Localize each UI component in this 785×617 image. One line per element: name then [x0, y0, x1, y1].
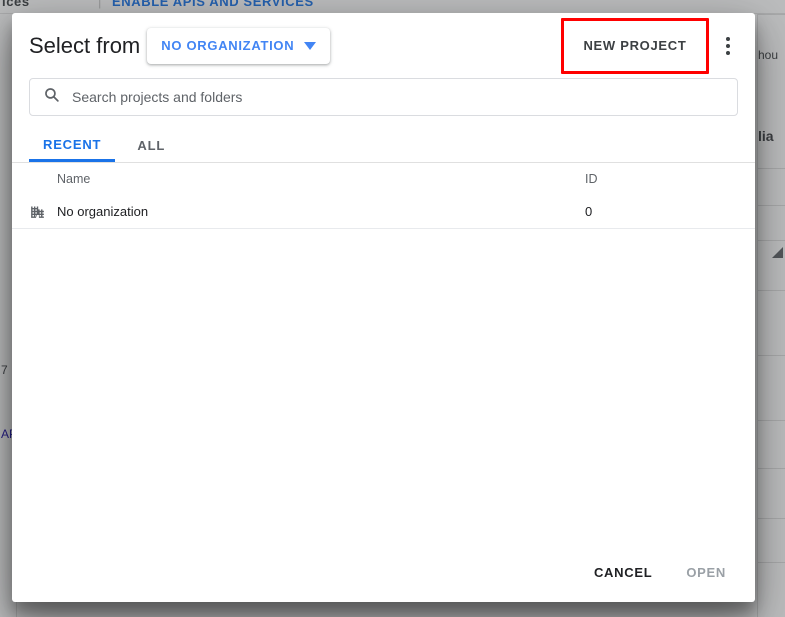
tab-recent[interactable]: RECENT	[29, 129, 116, 162]
dialog-tabs: RECENT ALL	[12, 130, 755, 163]
kebab-dot	[726, 36, 730, 41]
search-input[interactable]	[70, 88, 724, 106]
kebab-dot	[726, 50, 730, 55]
search-icon	[43, 86, 60, 108]
table-empty-area	[12, 229, 755, 542]
search-row	[12, 78, 755, 116]
table-header-row: Name ID	[12, 163, 755, 194]
open-button[interactable]: OPEN	[675, 556, 737, 589]
column-header-name: Name	[57, 171, 91, 186]
page-root: ices | ENABLE APIS AND SERVICES 7 AP hou…	[0, 0, 785, 617]
search-box[interactable]	[29, 78, 738, 116]
row-id: 0	[585, 203, 593, 219]
organization-selector-chip[interactable]: NO ORGANIZATION	[147, 27, 331, 64]
dialog-title: Select from	[29, 32, 141, 58]
chevron-down-icon	[304, 41, 317, 50]
cancel-button[interactable]: CANCEL	[583, 556, 663, 589]
projects-table: Name ID No organization 0	[12, 163, 755, 542]
dialog-footer: CANCEL OPEN	[12, 542, 755, 602]
tab-all[interactable]: ALL	[115, 129, 187, 162]
project-picker-dialog: Select from NO ORGANIZATION NEW PROJECT	[12, 13, 755, 602]
dialog-header: Select from NO ORGANIZATION NEW PROJECT	[12, 13, 755, 78]
organization-building-icon	[29, 203, 57, 220]
organization-selector-label: NO ORGANIZATION	[161, 38, 295, 53]
row-name: No organization	[57, 203, 149, 219]
table-row[interactable]: No organization 0	[12, 194, 755, 229]
column-header-id: ID	[585, 171, 598, 186]
new-project-highlight-box: NEW PROJECT	[561, 17, 709, 74]
new-project-button[interactable]: NEW PROJECT	[583, 38, 686, 53]
more-vert-icon[interactable]	[711, 26, 745, 66]
kebab-dot	[726, 43, 730, 48]
